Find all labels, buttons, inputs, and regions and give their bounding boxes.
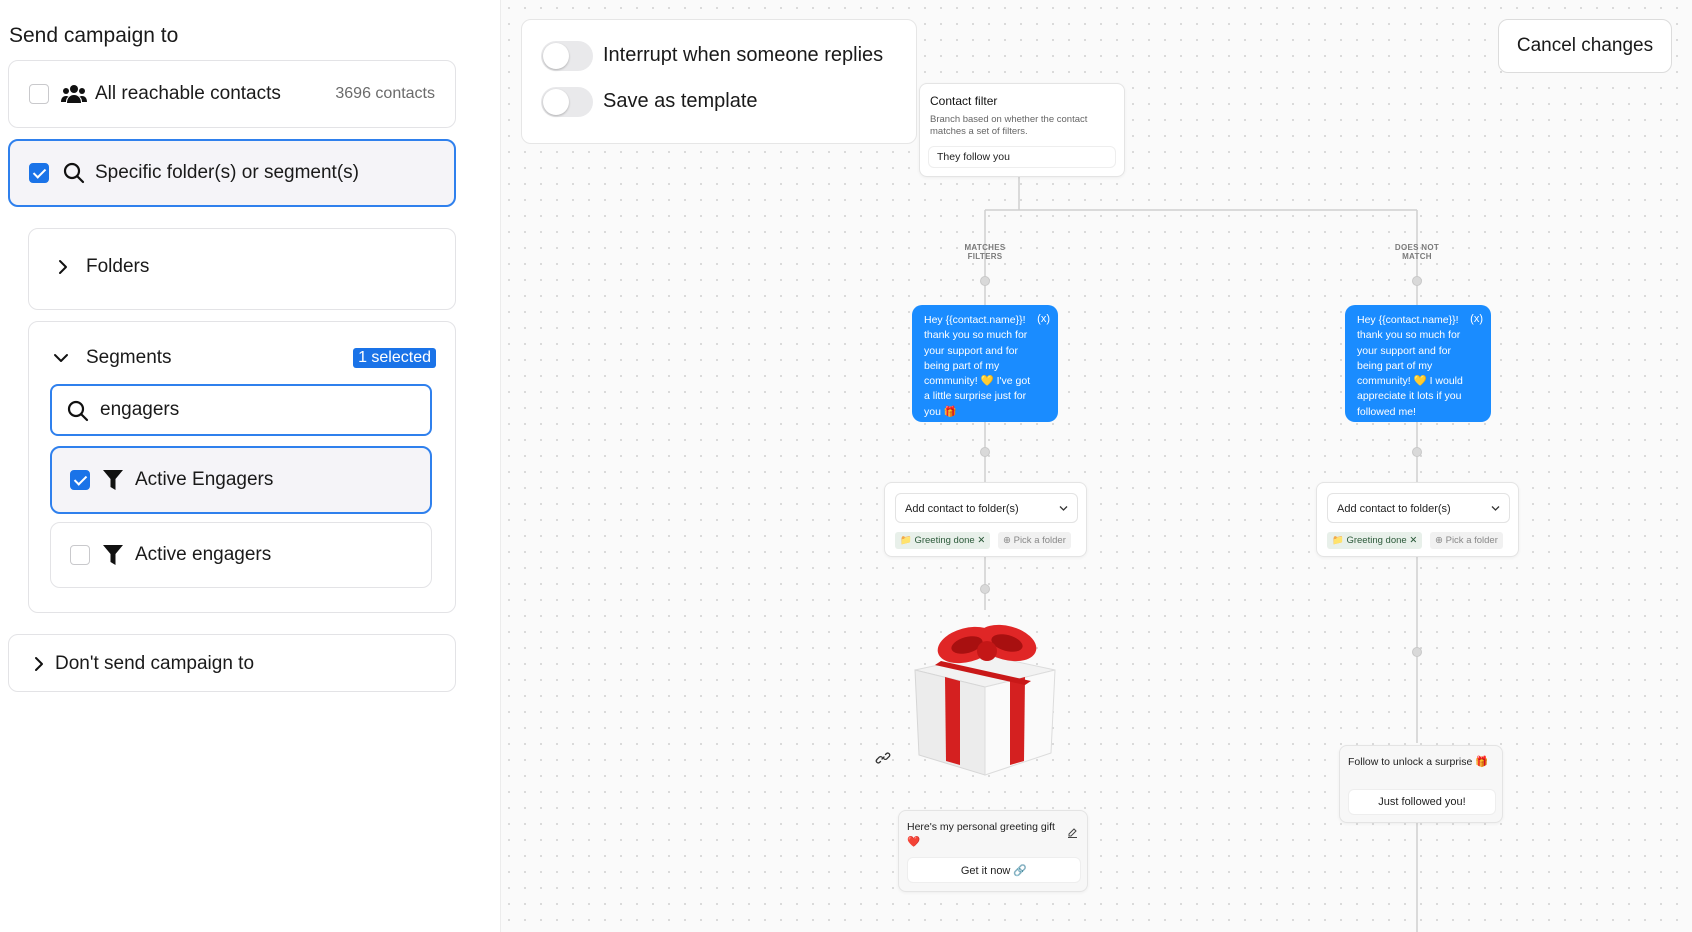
pick-folder-label: Pick a folder [1013,535,1066,546]
folder-action-left: Add contact to folder(s) 📁 Greeting done… [884,482,1087,557]
edit-icon[interactable] [1067,827,1078,838]
interrupt-toggle[interactable] [541,41,593,71]
message-text: Hey {{contact.name}}! thank you so much … [1357,314,1463,418]
message-bubble-right[interactable]: Hey {{contact.name}}! thank you so much … [1345,305,1491,422]
matches-caption: MATCHES FILTERS [964,243,1006,261]
filter-node-description: Branch based on whether the contact matc… [930,114,1088,137]
folder-select[interactable]: Add contact to folder(s) [895,493,1078,523]
cancel-changes-button[interactable]: Cancel changes [1498,19,1672,73]
unlock-card[interactable]: Follow to unlock a surprise 🎁 Just follo… [1339,745,1503,823]
connector-dot[interactable] [980,584,990,594]
filter-node-title: Contact filter [930,94,998,108]
connector-dot[interactable] [1412,647,1422,657]
chevron-down-icon [1491,506,1500,511]
interrupt-label: Interrupt when someone replies [603,44,884,66]
folder-select[interactable]: Add contact to folder(s) [1327,493,1510,523]
pick-folder-tag[interactable]: ⊕ Pick a folder [998,532,1071,549]
pick-folder-tag[interactable]: ⊕ Pick a folder [1430,532,1503,549]
folder-tag[interactable]: 📁 Greeting done ✕ [1327,532,1423,549]
connector-dot[interactable] [980,276,990,286]
greeting-text: Here's my personal greeting gift ❤️ [907,821,1055,848]
message-bubble-left[interactable]: Hey {{contact.name}}! thank you so much … [912,305,1058,422]
no-match-caption: DOES NOT MATCH [1394,243,1440,261]
folder-tag-label: Greeting done [914,535,975,546]
folder-select-label: Add contact to folder(s) [1337,503,1451,515]
connector-dot[interactable] [980,447,990,457]
variable-icon[interactable]: (x) [1470,312,1483,327]
template-toggle[interactable] [541,87,593,117]
contact-filter-node[interactable]: Contact filter Branch based on whether t… [919,83,1125,177]
pick-folder-label: Pick a folder [1445,535,1498,546]
folder-tag-label: Greeting done [1346,535,1407,546]
folder-select-label: Add contact to folder(s) [905,503,1019,515]
connector-dot[interactable] [1412,276,1422,286]
variable-icon[interactable]: (x) [1037,312,1050,327]
get-it-now-button[interactable]: Get it now 🔗 [907,857,1081,883]
folder-action-right: Add contact to folder(s) 📁 Greeting done… [1316,482,1519,557]
folder-tag[interactable]: 📁 Greeting done ✕ [895,532,991,549]
link-icon[interactable] [875,750,891,766]
just-followed-button[interactable]: Just followed you! [1348,789,1496,815]
options-card: Interrupt when someone replies Save as t… [521,19,917,144]
filter-condition[interactable]: They follow you [928,146,1116,168]
gift-image[interactable] [905,615,1065,780]
chevron-down-icon [1059,506,1068,511]
connector-dot[interactable] [1412,447,1422,457]
unlock-text: Follow to unlock a surprise 🎁 [1348,756,1489,768]
template-label: Save as template [603,90,758,112]
message-text: Hey {{contact.name}}! thank you so much … [924,314,1031,418]
greeting-card[interactable]: Here's my personal greeting gift ❤️ Get … [898,810,1088,892]
